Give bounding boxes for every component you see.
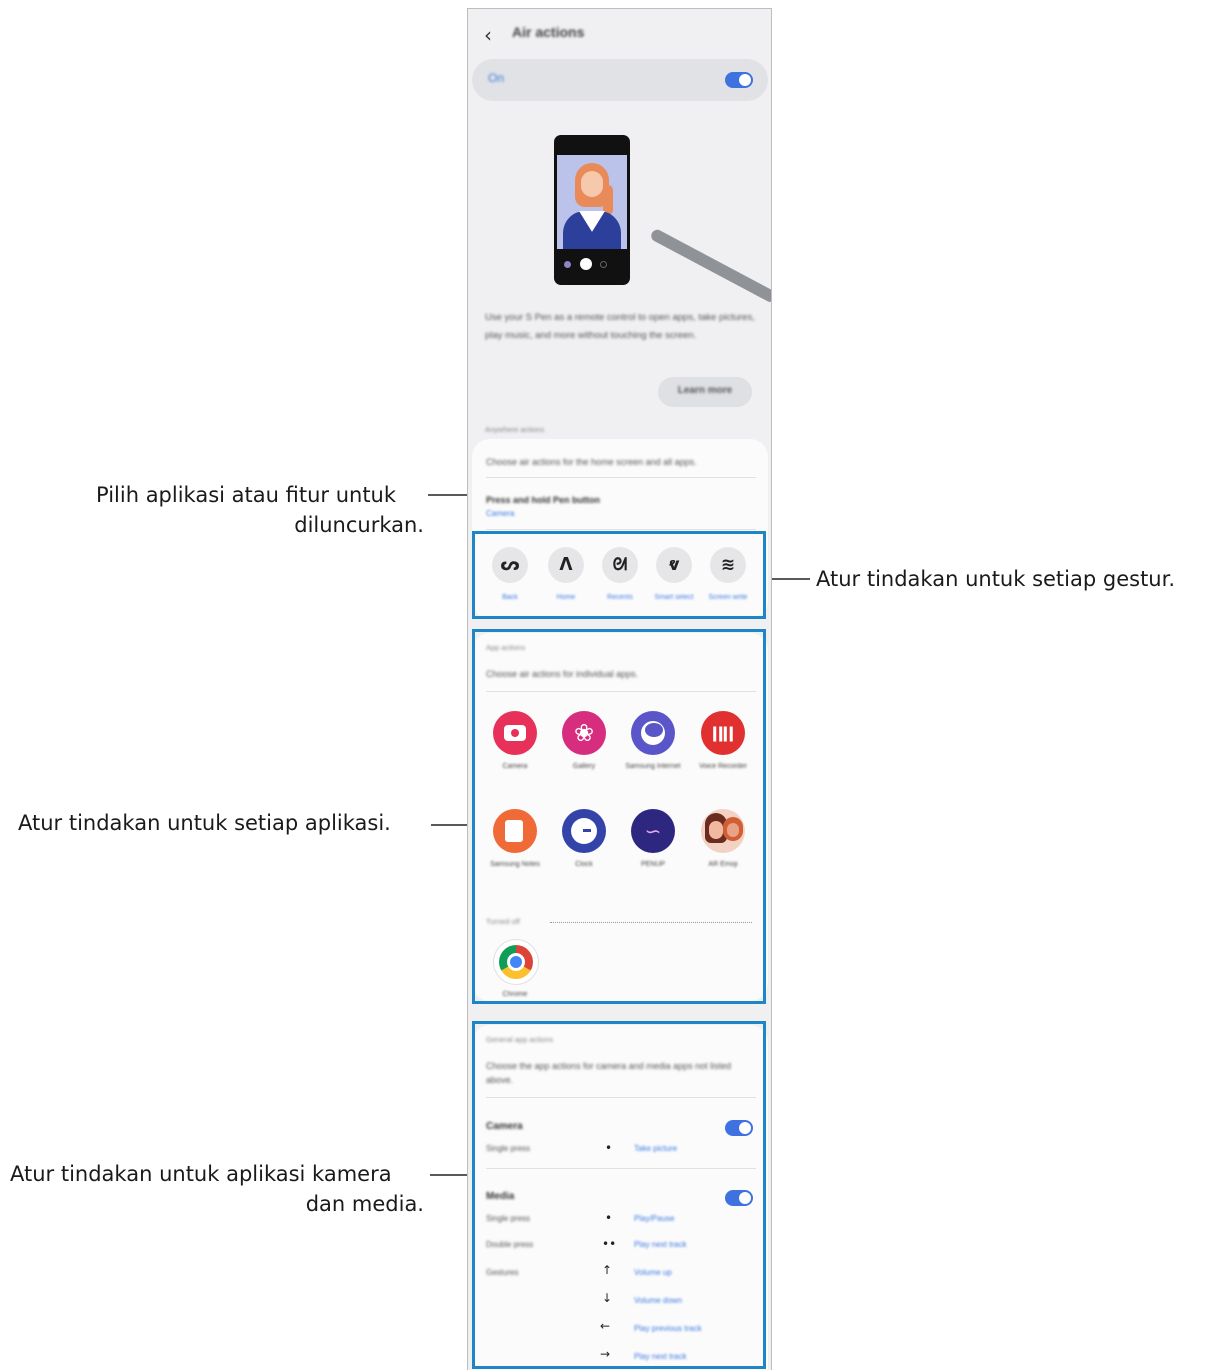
divider <box>486 529 756 530</box>
callout-app-actions: Atur tindakan untuk setiap aplikasi. <box>18 811 391 835</box>
s-pen-illustration <box>649 227 771 305</box>
master-switch-label: On <box>488 71 505 85</box>
anywhere-actions-subtitle: Choose air actions for the home screen a… <box>486 457 697 467</box>
press-hold-pen-button-row[interactable]: Press and hold Pen button Camera <box>472 479 768 523</box>
camera-preview-illustration <box>557 155 627 249</box>
phone-illustration <box>554 135 630 285</box>
mode-dot-icon <box>564 261 571 268</box>
gestures-highlight-box <box>472 531 766 619</box>
press-hold-value: Camera <box>486 509 515 518</box>
learn-more-button[interactable]: Learn more <box>658 377 752 407</box>
callout-camera-media-line2: dan media. <box>305 1192 424 1216</box>
leader-line-gestures <box>766 578 810 580</box>
back-arrow-icon[interactable]: ‹ <box>484 23 492 47</box>
leader-line-camera-media <box>430 1174 472 1176</box>
general-actions-highlight-box <box>472 1021 766 1369</box>
callout-camera-media-line1: Atur tindakan untuk aplikasi kamera <box>10 1162 392 1186</box>
callout-launch-app-line2: diluncurkan. <box>294 513 424 537</box>
press-hold-title: Press and hold Pen button <box>486 495 601 505</box>
divider <box>486 477 756 478</box>
portrait-face <box>581 171 603 197</box>
switch-camera-icon <box>600 261 607 268</box>
app-bar: ‹ Air actions <box>468 9 771 59</box>
app-actions-highlight-box <box>472 629 766 1004</box>
shutter-icon <box>580 258 592 270</box>
anywhere-actions-header: Anywhere actions <box>485 425 545 434</box>
feature-description: Use your S Pen as a remote control to op… <box>485 312 755 341</box>
portrait-braid <box>603 185 613 215</box>
learn-more-label: Learn more <box>677 385 733 396</box>
page-title: Air actions <box>512 24 585 40</box>
callout-gestures: Atur tindakan untuk setiap gestur. <box>816 567 1175 591</box>
leader-line-launch-app <box>428 494 470 496</box>
master-toggle[interactable] <box>725 72 753 88</box>
master-switch-bar[interactable]: On <box>472 59 768 101</box>
callout-launch-app-line1: Pilih aplikasi atau fitur untuk <box>96 483 397 507</box>
